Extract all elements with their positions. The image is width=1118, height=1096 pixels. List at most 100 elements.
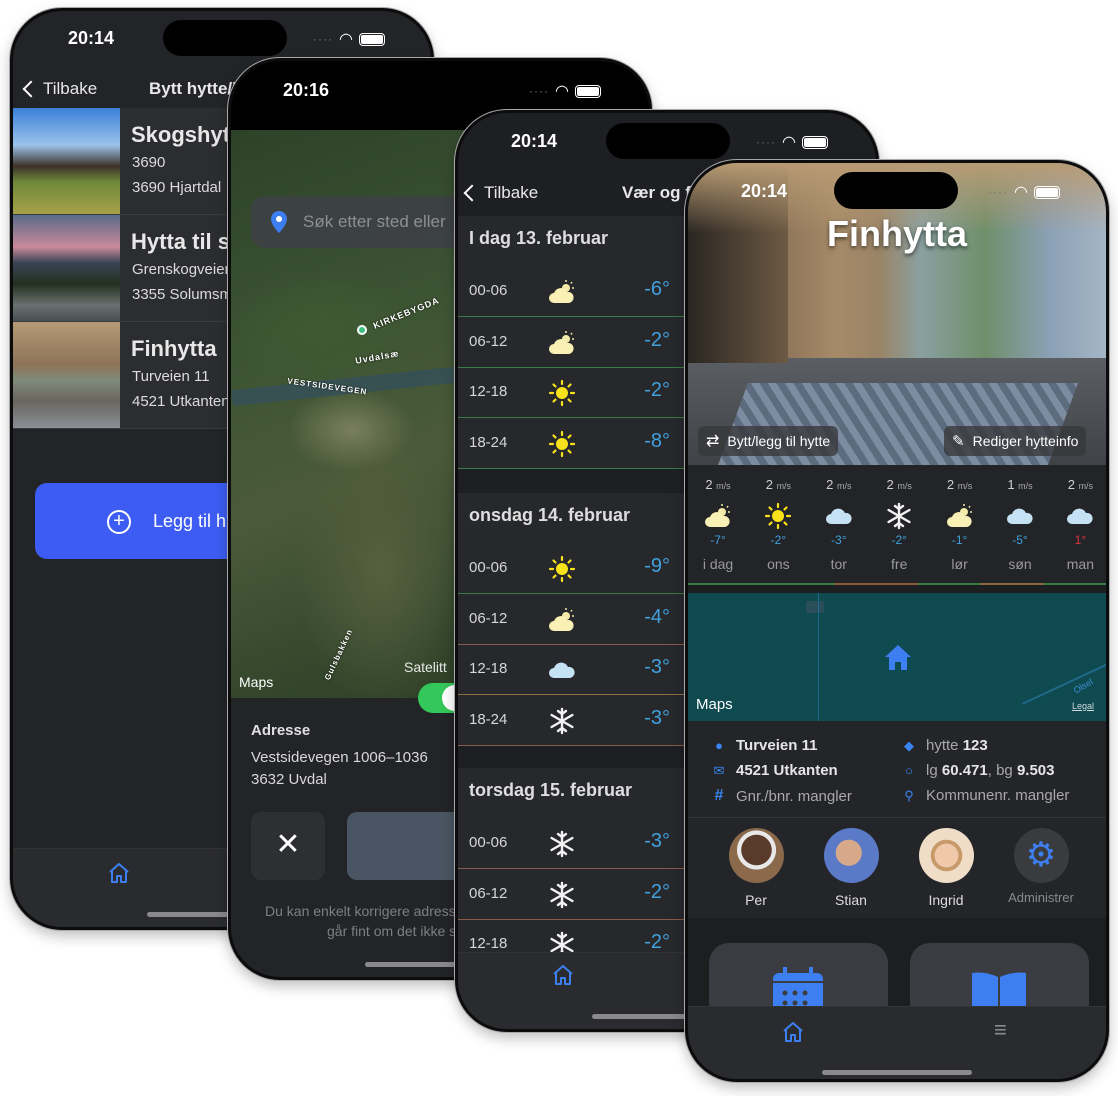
partly-cloudy-icon	[946, 502, 974, 530]
forecast-strip[interactable]: 2 m/s -7° i dag 2 m/s -2° ons 2 m/s -3° tor 2 m/s…	[688, 465, 1106, 585]
swap-arrows-icon: ⇄	[706, 433, 720, 450]
cabin-map[interactable]: Maps Olsel Legal	[688, 593, 1106, 721]
time-range: 12-18	[469, 383, 508, 400]
temperature-color-line	[688, 583, 1106, 585]
wind-unit: m/s	[1078, 481, 1094, 491]
home-icon[interactable]	[107, 861, 131, 885]
home-icon[interactable]	[781, 1020, 805, 1044]
time-range: 00-06	[469, 559, 508, 576]
pushpin-icon: ⚲	[904, 787, 914, 803]
wind-value: 1	[1007, 477, 1015, 492]
avatar	[728, 828, 784, 883]
wind-value: 2	[765, 477, 773, 492]
temperature: -6°	[644, 278, 670, 300]
administer-button[interactable]: ⚙ Administrer	[1001, 828, 1081, 905]
location-pin-icon: ●	[715, 738, 723, 753]
edit-icon: ✎	[952, 433, 965, 450]
avatar	[918, 828, 974, 883]
maps-label: Maps	[239, 674, 274, 690]
day-label: man	[1066, 556, 1094, 572]
partly-cloudy-icon	[548, 329, 576, 357]
forecast-day[interactable]: 2 m/s -7° i dag	[688, 465, 748, 585]
edit-cabin-button[interactable]: ✎ Rediger hytteinfo	[944, 426, 1087, 456]
wind-value: 2	[1067, 477, 1075, 492]
time-range: 00-06	[469, 834, 508, 851]
back-button[interactable]: Tilbake	[458, 183, 538, 203]
temperature: -4°	[644, 605, 670, 628]
cabin-postal: 4521 Utkanten	[132, 393, 230, 410]
shortcut-cards	[688, 918, 1106, 1023]
cabin-name: Hytta til s	[131, 229, 231, 254]
home-icon[interactable]	[551, 963, 575, 987]
temperature: -5°	[1012, 533, 1028, 547]
chevron-left-icon	[463, 184, 481, 202]
forecast-day[interactable]: 2 m/s -2° ons	[748, 465, 808, 585]
forecast-day[interactable]: 2 m/s -2° fre	[869, 465, 929, 585]
day-heading: torsdag 15. februar	[469, 780, 633, 800]
switch-cabin-button[interactable]: ⇄ Bytt/legg til hytte	[698, 426, 839, 456]
temperature: -3°	[644, 830, 670, 852]
people-row: Per Stian Ingrid ⚙ Administrer	[688, 818, 1106, 918]
cabin-photo	[13, 215, 120, 321]
longitude-value: 9.503	[1016, 762, 1055, 779]
maps-label: Maps	[696, 696, 733, 713]
home-map-marker-icon	[885, 645, 911, 670]
tab-bar: ≡	[688, 1006, 1106, 1079]
maps-logo: Maps	[696, 696, 733, 713]
day-label: tor	[830, 556, 847, 572]
status-icons: ···· ◠	[988, 182, 1060, 202]
person-per[interactable]: Per	[716, 828, 796, 908]
person-stian[interactable]: Stian	[811, 828, 891, 908]
address-postal: 3632 Uvdal	[251, 771, 327, 788]
location-pin-icon	[271, 211, 287, 233]
status-time: 20:16	[283, 80, 330, 100]
day-label: i dag	[702, 556, 734, 572]
temperature: -2°	[891, 533, 907, 547]
temperature: 1°	[1074, 533, 1087, 547]
time-range: 06-12	[469, 884, 508, 902]
sun-icon	[548, 430, 576, 458]
forecast-day[interactable]: 1 m/s -5° søn	[990, 465, 1050, 585]
lg-prefix: lg	[926, 762, 938, 779]
partly-cloudy-icon	[548, 606, 576, 634]
menu-icon[interactable]: ≡	[994, 1017, 1007, 1043]
forecast-day[interactable]: 2 m/s -3° tor	[809, 465, 869, 585]
latitude-value: 60.471	[941, 762, 988, 779]
cabin-photo	[13, 322, 120, 428]
person-ingrid[interactable]: Ingrid	[906, 828, 986, 908]
map-label: Gulsbakken	[322, 627, 355, 682]
battery-icon	[358, 32, 385, 46]
time-range: 18-24	[469, 433, 508, 451]
temperature: -2°	[644, 880, 670, 903]
search-placeholder: Søk etter sted eller	[303, 212, 446, 231]
wifi-icon: ◠	[338, 31, 353, 48]
dynamic-island	[606, 123, 730, 159]
legal-link[interactable]: Legal	[1072, 701, 1094, 711]
map-pin-icon	[357, 325, 367, 335]
sun-icon	[548, 555, 576, 583]
sun-icon	[548, 379, 576, 407]
page-title: Bytt hytte/l	[149, 79, 237, 98]
cabin-name: Skogshyt	[131, 122, 231, 147]
wind-unit: m/s	[836, 481, 852, 491]
day-heading: I dag 13. februar	[469, 228, 609, 248]
temperature: -3°	[644, 706, 670, 729]
time-range: 06-12	[469, 332, 508, 350]
info-gnr: # Gnr./bnr. mangler	[712, 787, 852, 805]
status-icons: ···· ◠	[529, 81, 601, 101]
info-hytte: ◆ hytte 123	[902, 737, 988, 754]
back-label: Tilbake	[484, 183, 539, 202]
partly-cloudy-icon	[548, 278, 576, 306]
cancel-button[interactable]: ✕	[251, 812, 325, 880]
battery-icon	[574, 84, 601, 98]
back-label: Tilbake	[43, 79, 98, 98]
street-value: Turveien 11	[736, 737, 818, 754]
forecast-day[interactable]: 2 m/s -1° lør	[930, 465, 990, 585]
forecast-day[interactable]: 2 m/s 1° man	[1050, 465, 1106, 585]
maps-logo: Maps	[239, 674, 273, 690]
wifi-icon: ◠	[781, 134, 796, 151]
person-name: Stian	[835, 892, 867, 908]
back-button[interactable]: Tilbake	[13, 79, 97, 99]
cabin-address: Turveien 11	[132, 368, 210, 385]
time-range: 12-18	[469, 660, 508, 677]
